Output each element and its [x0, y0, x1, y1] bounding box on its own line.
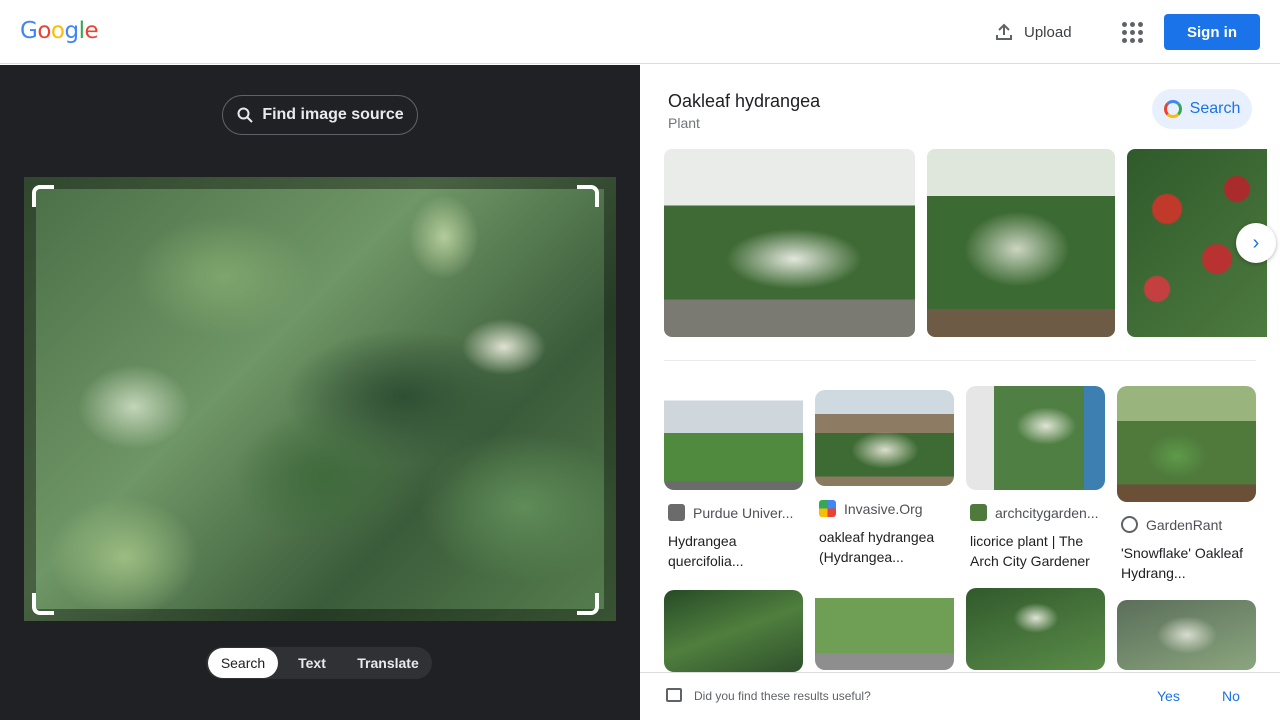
upload-icon	[996, 23, 1012, 40]
feedback-bar: Did you find these results useful? Yes N…	[640, 672, 1280, 720]
result-card[interactable]	[966, 588, 1105, 670]
chevron-right-icon[interactable]: ›	[1236, 223, 1276, 263]
entity-image[interactable]	[927, 149, 1115, 337]
site-favicon-icon	[819, 500, 836, 517]
results-panel: Oakleaf hydrangea Plant Search › Purdue …	[640, 65, 1280, 720]
result-thumbnail[interactable]	[664, 590, 803, 672]
header: Google Upload Sign in	[0, 0, 1280, 64]
result-card[interactable]: archcitygarden... licorice plant | The A…	[966, 386, 1105, 571]
result-card[interactable]	[815, 588, 954, 670]
feedback-icon	[666, 688, 682, 702]
crop-handle-top-left[interactable]	[32, 185, 54, 207]
entity-search-label: Search	[1189, 100, 1241, 117]
result-title[interactable]: Hydrangea quercifolia...	[664, 531, 803, 571]
result-card[interactable]: Invasive.Org oakleaf hydrangea (Hydrange…	[815, 390, 954, 567]
result-thumbnail[interactable]	[815, 588, 954, 670]
query-image	[24, 177, 616, 621]
globe-icon	[1121, 516, 1138, 533]
upload-button[interactable]: Upload	[986, 14, 1080, 50]
result-source: Invasive.Org	[815, 500, 954, 517]
site-favicon-icon	[668, 504, 685, 521]
result-card[interactable]	[664, 590, 803, 672]
sign-in-button[interactable]: Sign in	[1164, 14, 1260, 50]
find-image-source-button[interactable]: Find image source	[222, 95, 418, 135]
site-favicon-icon	[970, 504, 987, 521]
entity-search-button[interactable]: Search	[1152, 89, 1252, 129]
logo-letter: G	[20, 18, 38, 44]
feedback-yes-button[interactable]: Yes	[1157, 688, 1180, 704]
feedback-no-button[interactable]: No	[1222, 688, 1240, 704]
crop-handle-bottom-left[interactable]	[32, 593, 54, 615]
logo-letter: o	[50, 18, 65, 44]
logo-letter: g	[64, 18, 79, 44]
result-title[interactable]: licorice plant | The Arch City Gardener	[966, 531, 1105, 571]
upload-label: Upload	[1024, 23, 1072, 41]
divider	[664, 360, 1256, 361]
result-card[interactable]	[1117, 600, 1256, 670]
result-source-label: Invasive.Org	[844, 500, 923, 517]
entity-subtitle: Plant	[668, 115, 700, 131]
query-image-panel: Find image source Search Text Translate	[0, 65, 640, 720]
mode-switcher: Search Text Translate	[206, 647, 432, 679]
result-source: Purdue Univer...	[664, 504, 803, 521]
result-thumbnail[interactable]	[1117, 386, 1256, 502]
google-g-icon	[1163, 100, 1182, 118]
result-title[interactable]: 'Snowflake' Oakleaf Hydrang...	[1117, 543, 1256, 583]
crop-handle-bottom-right[interactable]	[577, 593, 599, 615]
result-title[interactable]: oakleaf hydrangea (Hydrangea...	[815, 527, 954, 567]
result-source: GardenRant	[1117, 516, 1256, 533]
tab-search[interactable]: Search	[208, 648, 278, 678]
result-source-label: archcitygarden...	[995, 504, 1099, 521]
result-thumbnail[interactable]	[664, 386, 803, 490]
result-thumbnail[interactable]	[815, 390, 954, 486]
tab-translate[interactable]: Translate	[346, 648, 430, 678]
logo-letter: o	[37, 18, 51, 44]
entity-title[interactable]: Oakleaf hydrangea	[668, 91, 820, 112]
google-logo[interactable]: Google	[20, 18, 99, 44]
feedback-question: Did you find these results useful?	[694, 689, 871, 703]
lens-search-icon	[237, 107, 254, 123]
result-thumbnail[interactable]	[1117, 600, 1256, 670]
result-source: archcitygarden...	[966, 504, 1105, 521]
apps-grid-icon[interactable]	[1116, 16, 1148, 48]
result-card[interactable]: Purdue Univer... Hydrangea quercifolia..…	[664, 386, 803, 571]
crop-handle-top-right[interactable]	[577, 185, 599, 207]
find-image-source-label: Find image source	[262, 106, 404, 123]
entity-image[interactable]	[664, 149, 915, 337]
result-thumbnail[interactable]	[966, 386, 1105, 490]
logo-letter: e	[84, 18, 99, 44]
result-thumbnail[interactable]	[966, 588, 1105, 670]
result-card[interactable]: GardenRant 'Snowflake' Oakleaf Hydrang..…	[1117, 386, 1256, 583]
tab-text[interactable]: Text	[278, 648, 346, 678]
result-source-label: GardenRant	[1146, 516, 1223, 533]
result-source-label: Purdue Univer...	[693, 504, 794, 521]
